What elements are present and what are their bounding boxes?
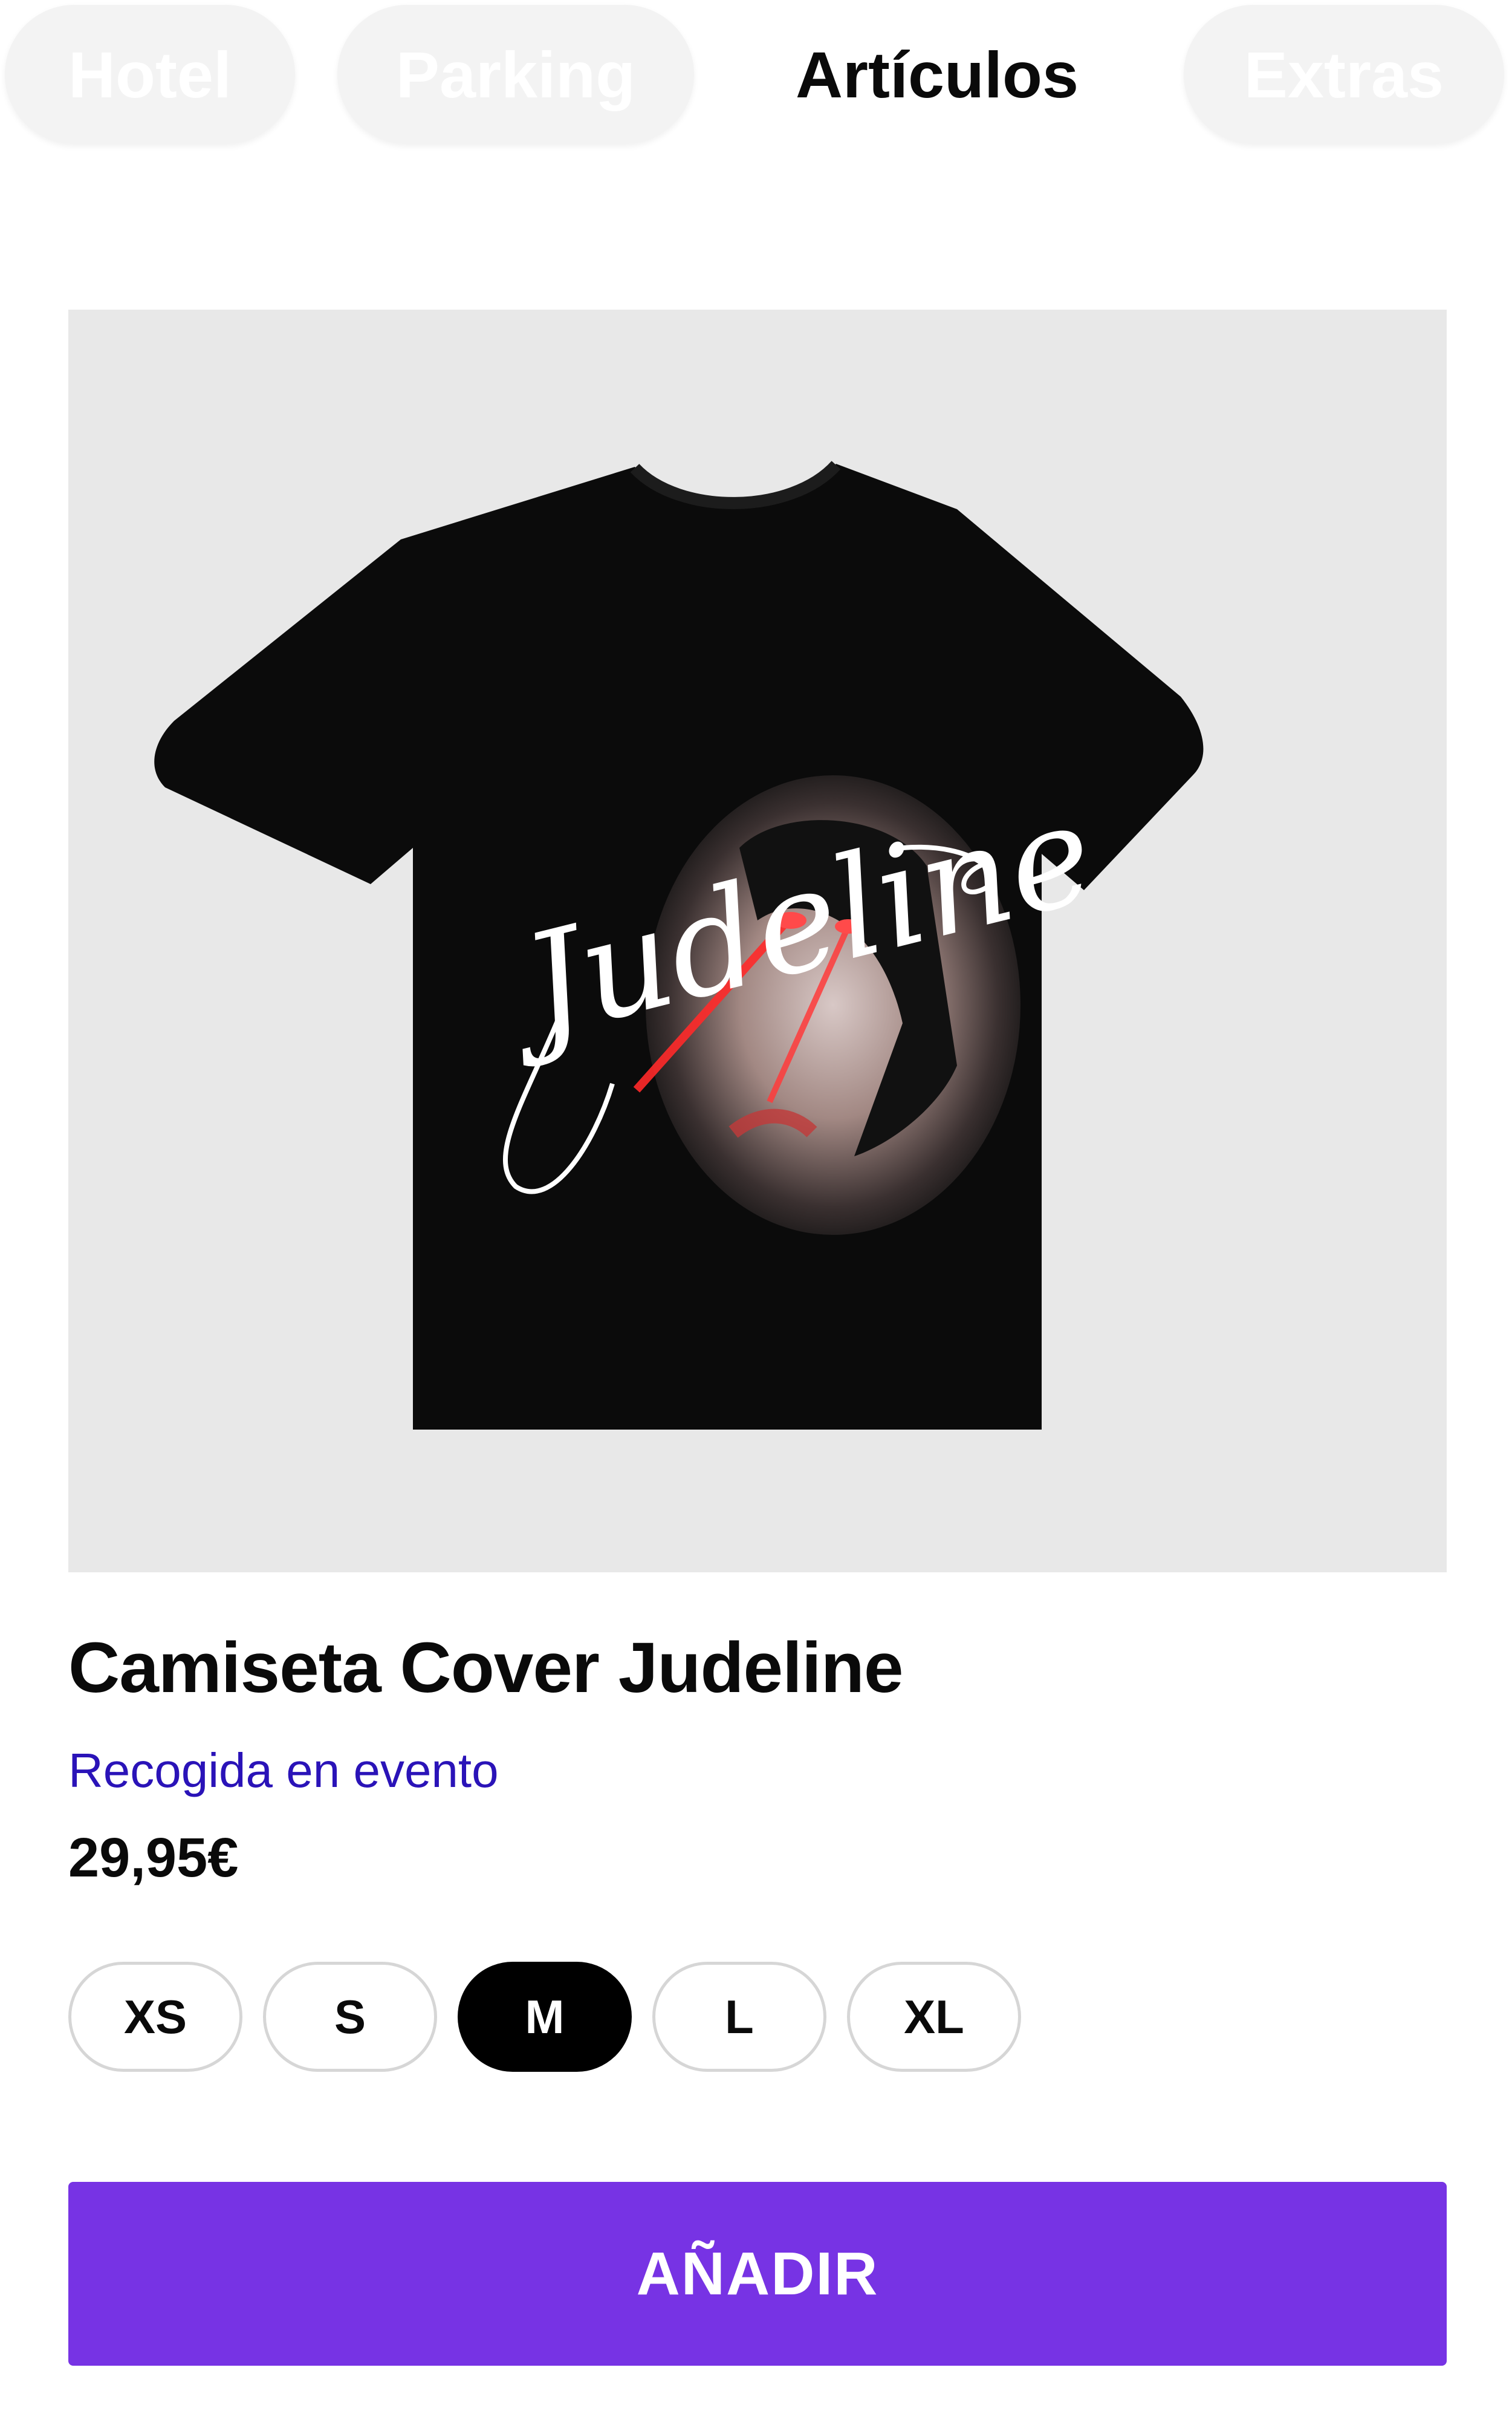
product-title: Camiseta Cover Judeline: [68, 1628, 903, 1708]
product-image: Judeline: [68, 310, 1447, 1572]
pickup-info: Recogida en evento: [68, 1743, 499, 1797]
tab-hotel[interactable]: Hotel: [5, 5, 295, 144]
size-option-xl[interactable]: XL: [847, 1962, 1021, 2072]
add-to-cart-button[interactable]: AÑADIR: [68, 2182, 1447, 2366]
product-price: 29,95€: [68, 1827, 239, 1889]
size-option-s[interactable]: S: [263, 1962, 437, 2072]
tab-articulos[interactable]: Artículos: [744, 5, 1131, 144]
size-option-l[interactable]: L: [652, 1962, 826, 2072]
tab-parking[interactable]: Parking: [337, 5, 694, 144]
category-tabs: Hotel Parking Artículos Extras: [0, 0, 1512, 151]
size-option-m[interactable]: M: [458, 1962, 632, 2072]
size-option-xs[interactable]: XS: [68, 1962, 242, 2072]
tab-extras[interactable]: Extras: [1184, 5, 1504, 144]
tshirt-illustration: Judeline: [154, 461, 1204, 1430]
